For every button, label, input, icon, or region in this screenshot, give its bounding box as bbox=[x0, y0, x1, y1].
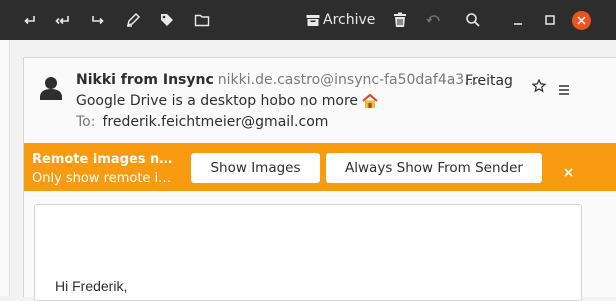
banner-title: Remote images n… bbox=[32, 152, 173, 167]
undo-icon[interactable] bbox=[422, 8, 446, 32]
reply-all-icon[interactable] bbox=[51, 8, 75, 32]
archive-label: Archive bbox=[323, 12, 376, 28]
message-card: Nikki from Insync nikki.de.castro@insync-… bbox=[23, 57, 616, 301]
sender-email: nikki.de.castro@insync-fa50daf4a3… bbox=[217, 72, 479, 88]
avatar bbox=[40, 76, 62, 104]
remote-images-banner: Remote images n… Only show remote i… Sho… bbox=[24, 143, 616, 191]
message-date: Freitag bbox=[465, 73, 513, 89]
message-list-edge bbox=[0, 40, 10, 296]
search-icon[interactable] bbox=[461, 8, 485, 32]
house-emoji-icon bbox=[362, 93, 378, 108]
always-show-from-sender-button[interactable]: Always Show From Sender bbox=[326, 153, 542, 183]
reply-icon[interactable] bbox=[18, 8, 42, 32]
subject-text: Google Drive is a desktop hobo no more bbox=[76, 93, 359, 109]
tag-icon[interactable] bbox=[155, 8, 179, 32]
to-label: To: bbox=[76, 114, 96, 130]
header-bar: Archive bbox=[0, 0, 616, 40]
sender-name: Nikki from Insync bbox=[76, 72, 214, 88]
show-images-button[interactable]: Show Images bbox=[191, 153, 320, 183]
star-icon[interactable] bbox=[531, 78, 547, 97]
forward-icon[interactable] bbox=[86, 8, 110, 32]
close-icon[interactable] bbox=[572, 11, 591, 30]
pen-icon[interactable] bbox=[121, 8, 145, 32]
body-greeting: Hi Frederik, bbox=[55, 278, 128, 294]
message-subject: Google Drive is a desktop hobo no more bbox=[76, 93, 378, 109]
menu-icon[interactable] bbox=[558, 80, 570, 99]
archive-button[interactable]: Archive bbox=[306, 8, 378, 32]
recipient-row: To: frederik.feichtmeier@gmail.com bbox=[76, 114, 328, 130]
banner-close-icon[interactable] bbox=[564, 162, 573, 181]
banner-subtitle: Only show remote i… bbox=[32, 171, 172, 186]
archive-icon bbox=[306, 14, 320, 27]
message-body: Hi Frederik, bbox=[34, 204, 582, 301]
sender: Nikki from Insync nikki.de.castro@insync-… bbox=[76, 72, 478, 88]
to-address: frederik.feichtmeier@gmail.com bbox=[102, 114, 329, 130]
folder-icon[interactable] bbox=[190, 8, 214, 32]
trash-icon[interactable] bbox=[388, 8, 412, 32]
minimize-icon[interactable] bbox=[506, 8, 530, 32]
maximize-icon[interactable] bbox=[538, 8, 562, 32]
